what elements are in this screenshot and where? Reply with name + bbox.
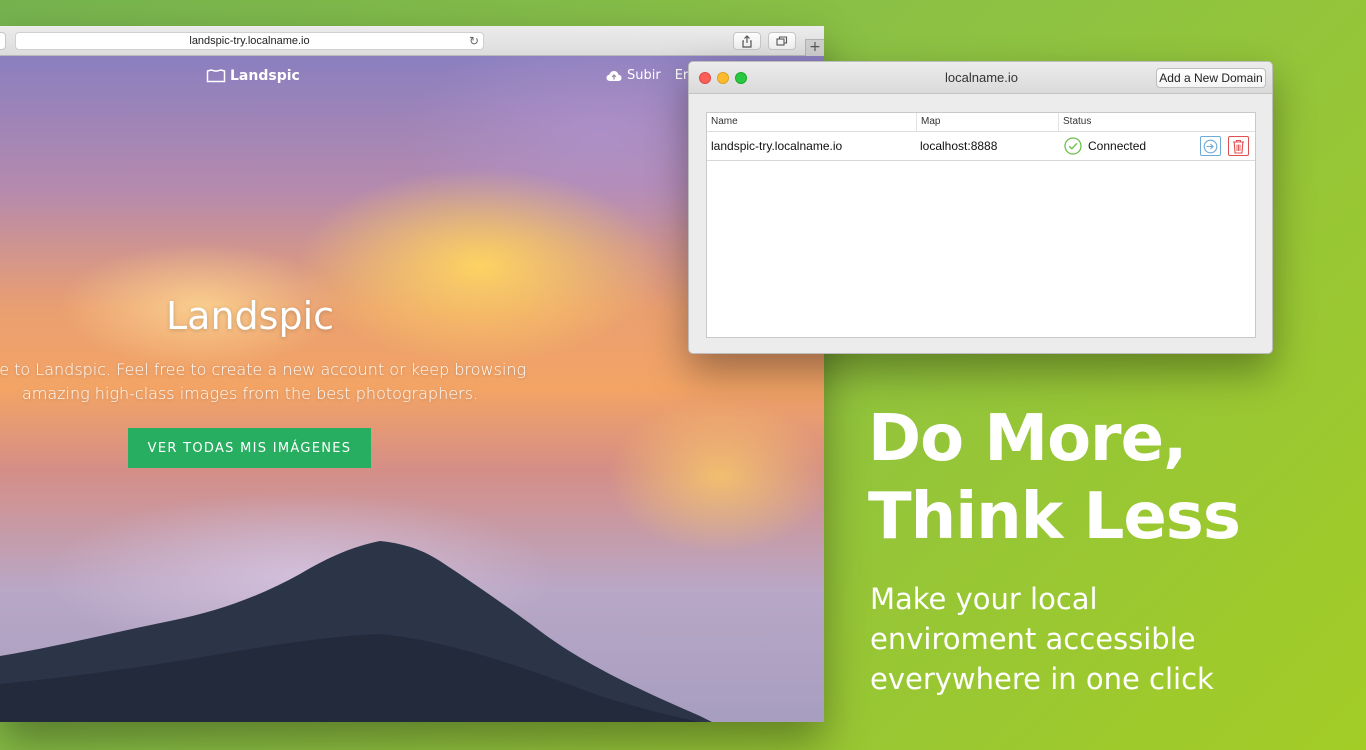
site-logo[interactable]: Landspic	[206, 68, 300, 84]
add-domain-button[interactable]: Add a New Domain	[1156, 68, 1266, 88]
row-status-text: Connected	[1088, 139, 1147, 153]
subline-line3: everywhere in one click	[870, 662, 1214, 696]
tabs-overview-button[interactable]	[768, 32, 796, 50]
browser-toolbar: landspic-try.localname.io ↻ +	[0, 26, 824, 56]
tabs-icon	[776, 35, 788, 46]
open-domain-button[interactable]	[1200, 136, 1221, 156]
sign-in-arrow-icon	[1203, 139, 1218, 153]
hero-text-line2: amazing high-class images from the best …	[21, 384, 479, 403]
row-status: Connected	[1060, 132, 1146, 160]
column-header-map[interactable]: Map	[916, 113, 1058, 131]
trash-icon	[1233, 139, 1244, 154]
reload-icon[interactable]: ↻	[469, 33, 479, 49]
table-row[interactable]: landspic-try.localname.io localhost:8888…	[707, 132, 1255, 161]
localname-app-window: localname.io Add a New Domain Name Map S…	[688, 61, 1273, 354]
delete-domain-button[interactable]	[1228, 136, 1249, 156]
hero-text-line1: ome to Landspic. Feel free to create a n…	[0, 360, 527, 379]
headline-line2: Think Less	[868, 480, 1241, 554]
check-circle-icon	[1064, 137, 1082, 155]
back-button[interactable]	[0, 32, 6, 50]
hero-title: Landspic	[165, 294, 335, 338]
column-header-status[interactable]: Status	[1058, 113, 1255, 131]
subheadline: Make your local enviroment accessible ev…	[870, 579, 1340, 699]
subline-line1: Make your local	[870, 582, 1098, 616]
logo-frame-icon	[206, 69, 226, 83]
close-window-button[interactable]	[699, 72, 711, 84]
cloud-upload-icon	[606, 70, 622, 81]
minimize-window-button[interactable]	[717, 72, 729, 84]
new-tab-button[interactable]: +	[805, 39, 824, 56]
app-titlebar: localname.io Add a New Domain	[689, 62, 1272, 94]
zoom-window-button[interactable]	[735, 72, 747, 84]
share-button[interactable]	[733, 32, 761, 50]
view-all-images-button[interactable]: VER TODAS MIS IMÁGENES	[128, 428, 371, 468]
hero-text: ome to Landspic. Feel free to create a n…	[0, 358, 590, 406]
site-nav: Subir En	[606, 68, 691, 83]
share-icon	[742, 34, 752, 48]
subline-line2: enviroment accessible	[870, 622, 1196, 656]
row-map-target: localhost:8888	[920, 139, 998, 153]
headline-line1: Do More,	[868, 402, 1187, 476]
table-header: Name Map Status	[707, 113, 1255, 132]
row-domain-name: landspic-try.localname.io	[711, 139, 843, 153]
nav-upload-link[interactable]: Subir	[606, 68, 661, 83]
nav-upload-label: Subir	[627, 68, 661, 83]
address-bar[interactable]: landspic-try.localname.io ↻	[15, 32, 484, 50]
logo-text: Landspic	[230, 68, 300, 84]
domain-table: Name Map Status landspic-try.localname.i…	[706, 112, 1256, 338]
headline: Do More, Think Less	[868, 400, 1348, 556]
column-header-name[interactable]: Name	[707, 113, 916, 131]
address-text: landspic-try.localname.io	[189, 35, 310, 47]
